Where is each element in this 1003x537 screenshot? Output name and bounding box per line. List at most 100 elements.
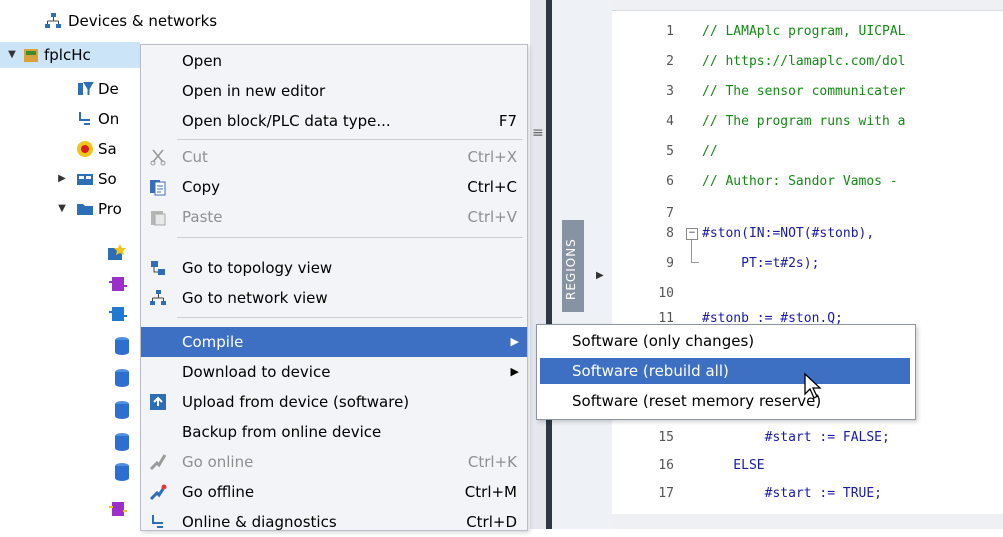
mouse-pointer-icon <box>804 372 822 399</box>
paste-icon <box>149 208 167 226</box>
menu-item-paste[interactable]: Paste Ctrl+V <box>141 202 527 232</box>
submenu-item-software-rebuild-all[interactable]: Software (rebuild all) <box>540 358 910 384</box>
upload-icon <box>149 393 167 411</box>
menu-item-open-block[interactable]: Open block/PLC data type... F7 <box>141 106 527 136</box>
menu-item-upload-from-device[interactable]: Upload from device (software) <box>141 387 527 417</box>
tree-node-label: Sa <box>98 140 117 158</box>
submenu-item-software-only-changes[interactable]: Software (only changes) <box>540 328 910 354</box>
data-block-icon[interactable] <box>114 368 130 392</box>
menu-item-shortcut: Ctrl+V <box>467 208 517 226</box>
network-icon <box>44 12 62 30</box>
menu-item-go-offline[interactable]: Go offline Ctrl+M <box>141 477 527 507</box>
collapse-region-icon[interactable]: − <box>686 228 698 240</box>
menu-item-label: Go online <box>182 453 254 471</box>
menu-item-shortcut: Ctrl+D <box>466 513 517 531</box>
copy-icon <box>149 178 167 196</box>
menu-item-open[interactable]: Open <box>141 46 527 76</box>
line-number: 4 <box>666 114 674 129</box>
line-number: 2 <box>666 54 674 69</box>
menu-item-label: Cut <box>182 148 208 166</box>
editor-scrollbar[interactable] <box>612 514 1003 529</box>
menu-item-network-view[interactable]: Go to network view <box>141 283 527 313</box>
menu-item-label: Compile <box>182 333 244 351</box>
line-text: // https://lamaplc.com/dol <box>702 54 906 69</box>
expand-regions-icon[interactable]: ▶ <box>596 270 604 281</box>
tree-node-label: fplcHc <box>44 46 91 64</box>
tree-node-devices-networks[interactable]: Devices & networks <box>0 8 530 34</box>
line-number: 1 <box>666 24 674 39</box>
tree-node-device-config[interactable]: De <box>0 76 140 102</box>
menu-separator <box>177 237 523 238</box>
tree-node-plc[interactable]: ▼ fplcHc <box>0 42 140 68</box>
submenu-item-label: Software (reset memory reserve) <box>572 392 822 410</box>
menu-item-shortcut: Ctrl+C <box>467 178 517 196</box>
regions-panel: REGIONS ▶ <box>552 0 612 529</box>
context-menu: Open Open in new editor Open block/PLC d… <box>140 44 528 531</box>
menu-item-backup-from-online-device[interactable]: Backup from online device <box>141 417 527 447</box>
menu-item-topology-view[interactable]: Go to topology view <box>141 253 527 283</box>
software-units-icon <box>76 170 94 188</box>
submenu-item-software-reset-memory-reserve[interactable]: Software (reset memory reserve) <box>540 388 910 414</box>
menu-item-cut[interactable]: Cut Ctrl+X <box>141 142 527 172</box>
line-number: 10 <box>658 286 674 301</box>
expanded-arrow-icon[interactable]: ▼ <box>56 196 68 222</box>
menu-item-label: Download to device <box>182 363 331 381</box>
tree-node-online-diagnostics[interactable]: On <box>0 106 140 132</box>
menu-item-download-to-device[interactable]: Download to device ▶ <box>141 357 527 387</box>
menu-item-shortcut: Ctrl+X <box>467 148 517 166</box>
expanded-arrow-icon[interactable]: ▼ <box>6 42 18 68</box>
fold-guide <box>691 262 699 263</box>
menu-item-open-in-new-editor[interactable]: Open in new editor <box>141 76 527 106</box>
tree-node-program-blocks[interactable]: ▼ Pro <box>0 196 140 222</box>
line-number: 3 <box>666 84 674 99</box>
tree-node-label: De <box>98 80 119 98</box>
data-block-icon[interactable] <box>114 432 130 456</box>
menu-item-label: Open in new editor <box>182 82 326 100</box>
line-number: 16 <box>658 458 674 473</box>
add-block-icon[interactable] <box>106 242 128 266</box>
menu-item-label: Open <box>182 52 223 70</box>
tree-node-safety[interactable]: Sa <box>0 136 140 162</box>
pane-splitter[interactable]: ≡ <box>530 0 546 529</box>
menu-item-shortcut: F7 <box>498 112 517 130</box>
regions-label: REGIONS <box>564 238 578 300</box>
line-number: 5 <box>666 144 674 159</box>
menu-item-label: Go to topology view <box>182 259 333 277</box>
data-block-icon[interactable] <box>114 462 130 486</box>
plc-device-icon <box>22 46 40 64</box>
menu-item-go-online[interactable]: Go online Ctrl+K <box>141 447 527 477</box>
submenu-item-label: Software (rebuild all) <box>572 362 729 380</box>
menu-separator <box>177 139 523 140</box>
tree-node-software-units[interactable]: ▶ So <box>0 166 140 192</box>
tree-node-label: Devices & networks <box>68 12 218 30</box>
line-text: #start := FALSE; <box>702 430 890 445</box>
function-block-icon[interactable] <box>108 275 128 297</box>
tree-node-label: Pro <box>98 200 122 218</box>
submenu-arrow-icon: ▶ <box>510 335 519 348</box>
line-text: // <box>702 144 718 159</box>
menu-item-label: Online & diagnostics <box>182 513 337 531</box>
line-text: PT:=t#2s); <box>702 256 820 271</box>
line-text: #start := TRUE; <box>702 486 883 501</box>
menu-item-label: Upload from device (software) <box>182 393 410 411</box>
go-online-icon <box>149 453 167 471</box>
code-editor[interactable]: 1 // LAMAplc program, UICPAL 2 // https://… <box>612 0 1003 529</box>
line-text: ELSE <box>702 458 765 473</box>
tree-node-label: On <box>98 110 120 128</box>
splitter-grip-icon[interactable]: ≡ <box>532 125 544 141</box>
data-block-icon[interactable] <box>114 336 130 360</box>
menu-item-online-diagnostics[interactable]: Online & diagnostics Ctrl+D <box>141 507 527 537</box>
line-number: 17 <box>658 486 674 501</box>
function-block-icon[interactable] <box>108 500 128 522</box>
menu-item-shortcut: Ctrl+M <box>464 483 517 501</box>
menu-item-label: Copy <box>182 178 221 196</box>
menu-item-copy[interactable]: Copy Ctrl+C <box>141 172 527 202</box>
collapsed-arrow-icon[interactable]: ▶ <box>56 166 68 192</box>
data-block-icon[interactable] <box>114 400 130 424</box>
line-number: 15 <box>658 430 674 445</box>
submenu-arrow-icon: ▶ <box>510 365 519 378</box>
network-icon <box>149 289 167 307</box>
topology-icon <box>149 259 167 277</box>
menu-item-compile[interactable]: Compile ▶ <box>141 327 527 357</box>
function-icon[interactable] <box>108 305 128 327</box>
